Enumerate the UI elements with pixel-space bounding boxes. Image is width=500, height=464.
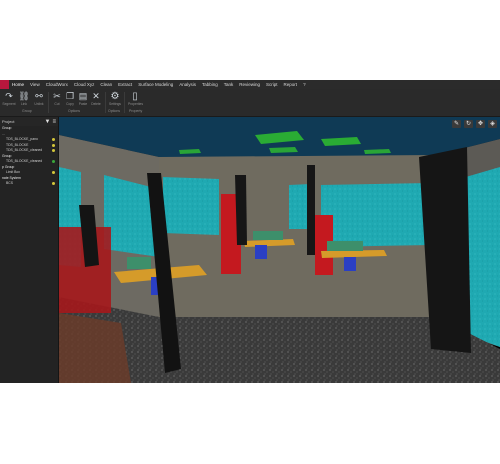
menu-analysis[interactable]: Analysis [176,82,199,87]
copy-button[interactable]: ❐ Copy [63,91,77,107]
menu-help[interactable]: ? [300,82,309,87]
tree-item-label: TDS_BLOCKE_cleaned [6,148,43,152]
tree-item-label: TDS_BLOCKE_cleaned [6,159,43,163]
ceiling-light [269,147,298,153]
copy-icon: ❐ [65,91,75,101]
menu-cloudworx[interactable]: CloudWorx [43,82,71,87]
menu-view[interactable]: View [27,82,43,87]
column [307,165,315,255]
tree-item-label: ... [2,131,5,136]
menu-reviewing[interactable]: Reviewing [236,82,263,87]
filter-icon[interactable]: ▼ [45,119,51,125]
tree-item-label: Group [2,153,12,158]
toolbar-divider [124,92,125,113]
tree-item[interactable]: BCS [0,181,58,187]
menu-script[interactable]: Script [263,82,281,87]
window [321,183,431,247]
visibility-toggle-icon[interactable] [52,160,55,164]
ribbon-group-label: Group [22,109,32,113]
panel-header: Project ▼ ≡ [0,117,58,126]
tree-item-label: Limit Box [6,170,20,174]
app-logo [0,80,9,89]
tree-item-label: TDS_BLOCKE [6,142,29,147]
visibility-toggle-icon[interactable] [52,149,55,153]
tree-item-label: nate System [2,175,21,180]
pan-icon[interactable]: ✥ [476,120,485,128]
orbit-icon[interactable]: ↻ [464,120,473,128]
gear-icon: ⚙ [110,91,120,102]
segment-button[interactable]: ↷ Segment [2,91,16,107]
tree-item-label: Group [2,126,12,130]
redo-arrow-icon: ↷ [5,91,13,101]
paste-icon: ▤ [78,91,88,101]
window [163,177,219,235]
menu-report[interactable]: Report [281,82,301,87]
ribbon-group-label: Property [129,109,143,113]
menu-clean[interactable]: Clean [97,82,115,87]
paste-button[interactable]: ▤ Paste [76,91,90,107]
equipment [127,257,151,269]
menu-bar: Home View CloudWorx Cloud Xyz Clean Extr… [0,80,500,89]
pencil-icon[interactable]: ✎ [452,120,461,128]
column [235,175,247,245]
cut-button[interactable]: ✂ Cut [50,91,64,107]
project-tree: Group... TDS_BLOCKE_pano TDS_BLOCKE TDS_BLO… [0,126,58,187]
point-cloud-viewport[interactable]: ✎ ↻ ✥ ◈ [59,117,500,383]
tree-item-label: p Group [2,164,15,169]
equipment [327,241,363,251]
unlink-icon: ⚯ [35,91,43,101]
settings-button[interactable]: ⚙ Settings [108,91,122,107]
menu-tabbing[interactable]: Tabbing [199,82,221,87]
zoom-fit-icon[interactable]: ◈ [488,120,497,128]
viewport-toolbar: ✎ ↻ ✥ ◈ [452,120,497,128]
menu-home[interactable]: Home [9,82,27,87]
toolbar-divider [105,92,106,113]
chair [255,245,267,259]
menu-cloud[interactable]: Cloud Xyz [71,82,98,87]
tree-item-label: BCS [6,181,13,185]
point-cloud-scene [59,117,500,383]
ribbon-toolbar: ↷ Segment ⛓ Link ⚯ Unlink ✂ Cut ❐ Copy ▤… [0,89,500,117]
ribbon-group-label: Options [68,109,81,113]
tree-item-label: TDS_BLOCKE_pano [6,137,38,141]
visibility-toggle-icon[interactable] [52,171,55,175]
properties-button[interactable]: ▯ Properties [128,91,143,107]
menu-tank[interactable]: Tank [221,82,237,87]
foreground-clutter [59,313,131,383]
link-button[interactable]: ⛓ Link [17,91,31,107]
scissors-icon: ✂ [53,91,61,101]
toolbar-divider [48,92,49,113]
delete-button[interactable]: ✕ Delete [89,91,103,107]
visibility-toggle-icon[interactable] [52,138,55,142]
equipment [253,231,283,240]
document-icon: ▯ [132,91,138,102]
application-window: Home View CloudWorx Cloud Xyz Clean Extr… [0,80,500,383]
ribbon-group-label: Options [108,109,121,113]
unlink-button[interactable]: ⚯ Unlink [32,91,46,107]
menu-surface-modeling[interactable]: Surface Modeling [135,82,176,87]
panel-title: Project [2,119,15,124]
delete-icon: ✕ [92,91,100,101]
menu-extract[interactable]: Extract [115,82,135,87]
chair [344,257,356,271]
project-tree-panel: Project ▼ ≡ Group... TDS_BLOCKE_pano TDS_B… [0,117,59,383]
link-icon: ⛓ [18,91,30,101]
menu-icon[interactable]: ≡ [52,119,56,125]
visibility-toggle-icon[interactable] [52,182,55,186]
visibility-toggle-icon[interactable] [52,143,55,147]
